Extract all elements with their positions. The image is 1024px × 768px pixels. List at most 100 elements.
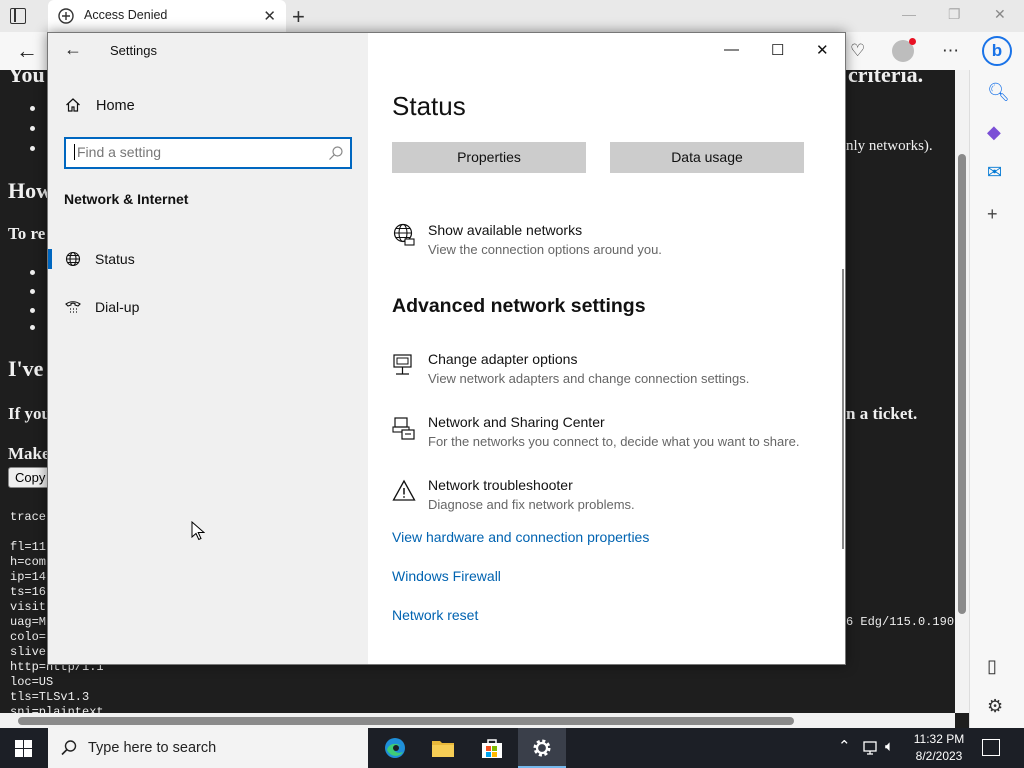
properties-button[interactable]: Properties — [392, 142, 586, 173]
browser-essentials-icon[interactable]: ♡ — [850, 41, 865, 61]
webpage-heading: How — [8, 178, 52, 203]
search-input[interactable] — [74, 144, 324, 160]
view-hardware-properties-link[interactable]: View hardware and connection properties — [392, 529, 649, 545]
globe-networks-icon[interactable] — [392, 223, 416, 247]
profile-avatar[interactable] — [892, 38, 916, 62]
taskbar-search-placeholder: Type here to search — [88, 740, 217, 756]
network-troubleshooter-desc: Diagnose and fix network problems. — [428, 497, 635, 512]
edge-taskbar-button[interactable] — [371, 728, 419, 768]
change-adapter-options-link[interactable]: Change adapter options — [428, 351, 577, 367]
page-title: Status — [392, 91, 466, 121]
minimize-browser-icon[interactable]: — — [902, 6, 916, 22]
webpage-bold-fragment: n a ticket. — [846, 404, 918, 423]
change-adapter-options-desc: View network adapters and change connect… — [428, 371, 750, 386]
show-hidden-icons-chevron-icon[interactable]: ⌃ — [838, 737, 851, 768]
show-available-networks-link[interactable]: Show available networks — [428, 222, 582, 238]
trace-line: colo= — [10, 630, 47, 644]
trace-line: trace — [10, 510, 47, 524]
page-horizontal-scroll-thumb[interactable] — [18, 717, 794, 725]
network-reset-link[interactable]: Network reset — [392, 607, 478, 623]
network-sharing-center-link[interactable]: Network and Sharing Center — [428, 414, 605, 430]
close-window-icon[interactable]: ✕ — [816, 41, 829, 59]
content-scrollbar[interactable] — [842, 269, 844, 549]
trace-line: loc=US — [10, 675, 54, 689]
microsoft-store-taskbar-button[interactable] — [468, 728, 516, 768]
browser-sidebar: 🔍︎ ◆ ✉ + ▯ ⚙ — [969, 70, 1024, 728]
notification-center-icon[interactable] — [982, 739, 1000, 756]
globe-status-icon — [65, 251, 81, 267]
sidebar-settings-icon[interactable]: ⚙ — [987, 696, 1003, 717]
more-options-icon[interactable]: ⋯ — [942, 41, 959, 61]
bing-copilot-icon[interactable]: b — [982, 36, 1012, 66]
restore-browser-icon[interactable]: ❐ — [948, 6, 961, 23]
file-explorer-folder-icon — [432, 741, 454, 757]
minimize-window-icon[interactable]: — — [724, 41, 739, 58]
tab-actions-icon[interactable] — [10, 8, 26, 24]
network-troubleshooter-link[interactable]: Network troubleshooter — [428, 477, 573, 493]
clock-time: 11:32 PM — [913, 732, 965, 746]
network-sharing-center-desc: For the networks you connect to, decide … — [428, 434, 800, 449]
trace-line: slive — [10, 645, 47, 659]
blocked-site-favicon-icon — [58, 8, 74, 24]
home-icon[interactable] — [65, 97, 81, 113]
tab-title: Access Denied — [84, 8, 168, 22]
windows-firewall-link[interactable]: Windows Firewall — [392, 568, 501, 584]
office-sidebar-icon[interactable]: ◆ — [987, 122, 1001, 143]
nav-item-dial-up[interactable]: Dial-up — [48, 287, 368, 327]
selected-indicator — [48, 249, 52, 269]
data-usage-button[interactable]: Data usage — [610, 142, 804, 173]
search-icon — [61, 740, 77, 756]
show-available-networks-desc: View the connection options around you. — [428, 242, 662, 257]
network-sharing-center-icon[interactable] — [392, 416, 416, 440]
search-sidebar-icon[interactable]: 🔍︎ — [987, 82, 1010, 103]
warning-troubleshooter-icon[interactable] — [392, 479, 416, 503]
home-nav-item[interactable]: Home — [96, 98, 135, 114]
network-adapter-icon[interactable] — [392, 353, 416, 377]
taskbar-clock[interactable]: 11:32 PM 8/2/2023 — [904, 731, 974, 765]
webpage-heading-fragment: criteria. — [848, 70, 924, 87]
webpage-bold-line: Make — [8, 444, 50, 463]
webpage-heading: I've — [8, 356, 44, 381]
add-sidebar-app-icon[interactable]: + — [987, 204, 998, 225]
close-tab-icon[interactable]: ✕ — [263, 7, 276, 25]
webpage-heading: You — [8, 70, 45, 87]
file-explorer-taskbar-button[interactable] — [419, 728, 467, 768]
window-title: Settings — [110, 43, 157, 58]
trace-line: fl=11 — [10, 540, 47, 554]
windows-start-icon[interactable] — [15, 740, 32, 757]
clock-date: 8/2/2023 — [915, 749, 963, 763]
edge-browser-icon — [385, 738, 405, 758]
browser-tab-active[interactable]: Access Denied ✕ — [48, 0, 286, 32]
settings-taskbar-button[interactable] — [518, 728, 566, 768]
search-icon[interactable] — [328, 145, 344, 161]
outlook-sidebar-icon[interactable]: ✉ — [987, 162, 1002, 183]
dial-up-phone-icon — [65, 301, 81, 313]
microsoft-store-icon — [482, 739, 502, 758]
settings-window: ← Settings Home Network & Internet Statu… — [47, 32, 846, 665]
webpage-text-fragment: nly networks). — [846, 138, 933, 154]
search-box[interactable] — [64, 137, 352, 169]
taskbar: Type here to search ⌃ 🔈︎ 11:32 PM 8/2/20… — [0, 728, 1024, 768]
maximize-window-icon[interactable]: ☐ — [771, 41, 784, 59]
new-tab-icon[interactable]: + — [292, 4, 305, 30]
trace-line: sni=plaintext — [10, 705, 104, 713]
network-tray-icon[interactable] — [862, 740, 880, 756]
back-arrow-icon[interactable]: ← — [64, 39, 82, 60]
back-arrow-icon[interactable]: ← — [16, 38, 38, 64]
page-vertical-scrollbar[interactable] — [955, 70, 969, 713]
trace-line: uag=M — [10, 615, 47, 629]
nav-item-label: Dial-up — [95, 299, 140, 315]
settings-nav-pane: ← Settings Home Network & Internet Statu… — [48, 33, 368, 664]
trace-line-fragment: 6 Edg/115.0.190 — [846, 615, 955, 629]
trace-line: h=com — [10, 555, 47, 569]
trace-line: visit — [10, 600, 47, 614]
page-horizontal-scrollbar[interactable] — [0, 713, 955, 728]
webpage-bold-line: To re — [8, 224, 46, 243]
page-vertical-scroll-thumb[interactable] — [958, 154, 966, 614]
trace-line: tls=TLSv1.3 — [10, 690, 90, 704]
nav-item-status[interactable]: Status — [48, 239, 368, 279]
taskbar-search-box[interactable]: Type here to search — [48, 728, 368, 768]
volume-tray-icon[interactable]: 🔈︎ — [885, 738, 894, 768]
close-browser-icon[interactable]: ✕ — [994, 6, 1006, 23]
hide-sidebar-icon[interactable]: ▯ — [987, 656, 997, 677]
